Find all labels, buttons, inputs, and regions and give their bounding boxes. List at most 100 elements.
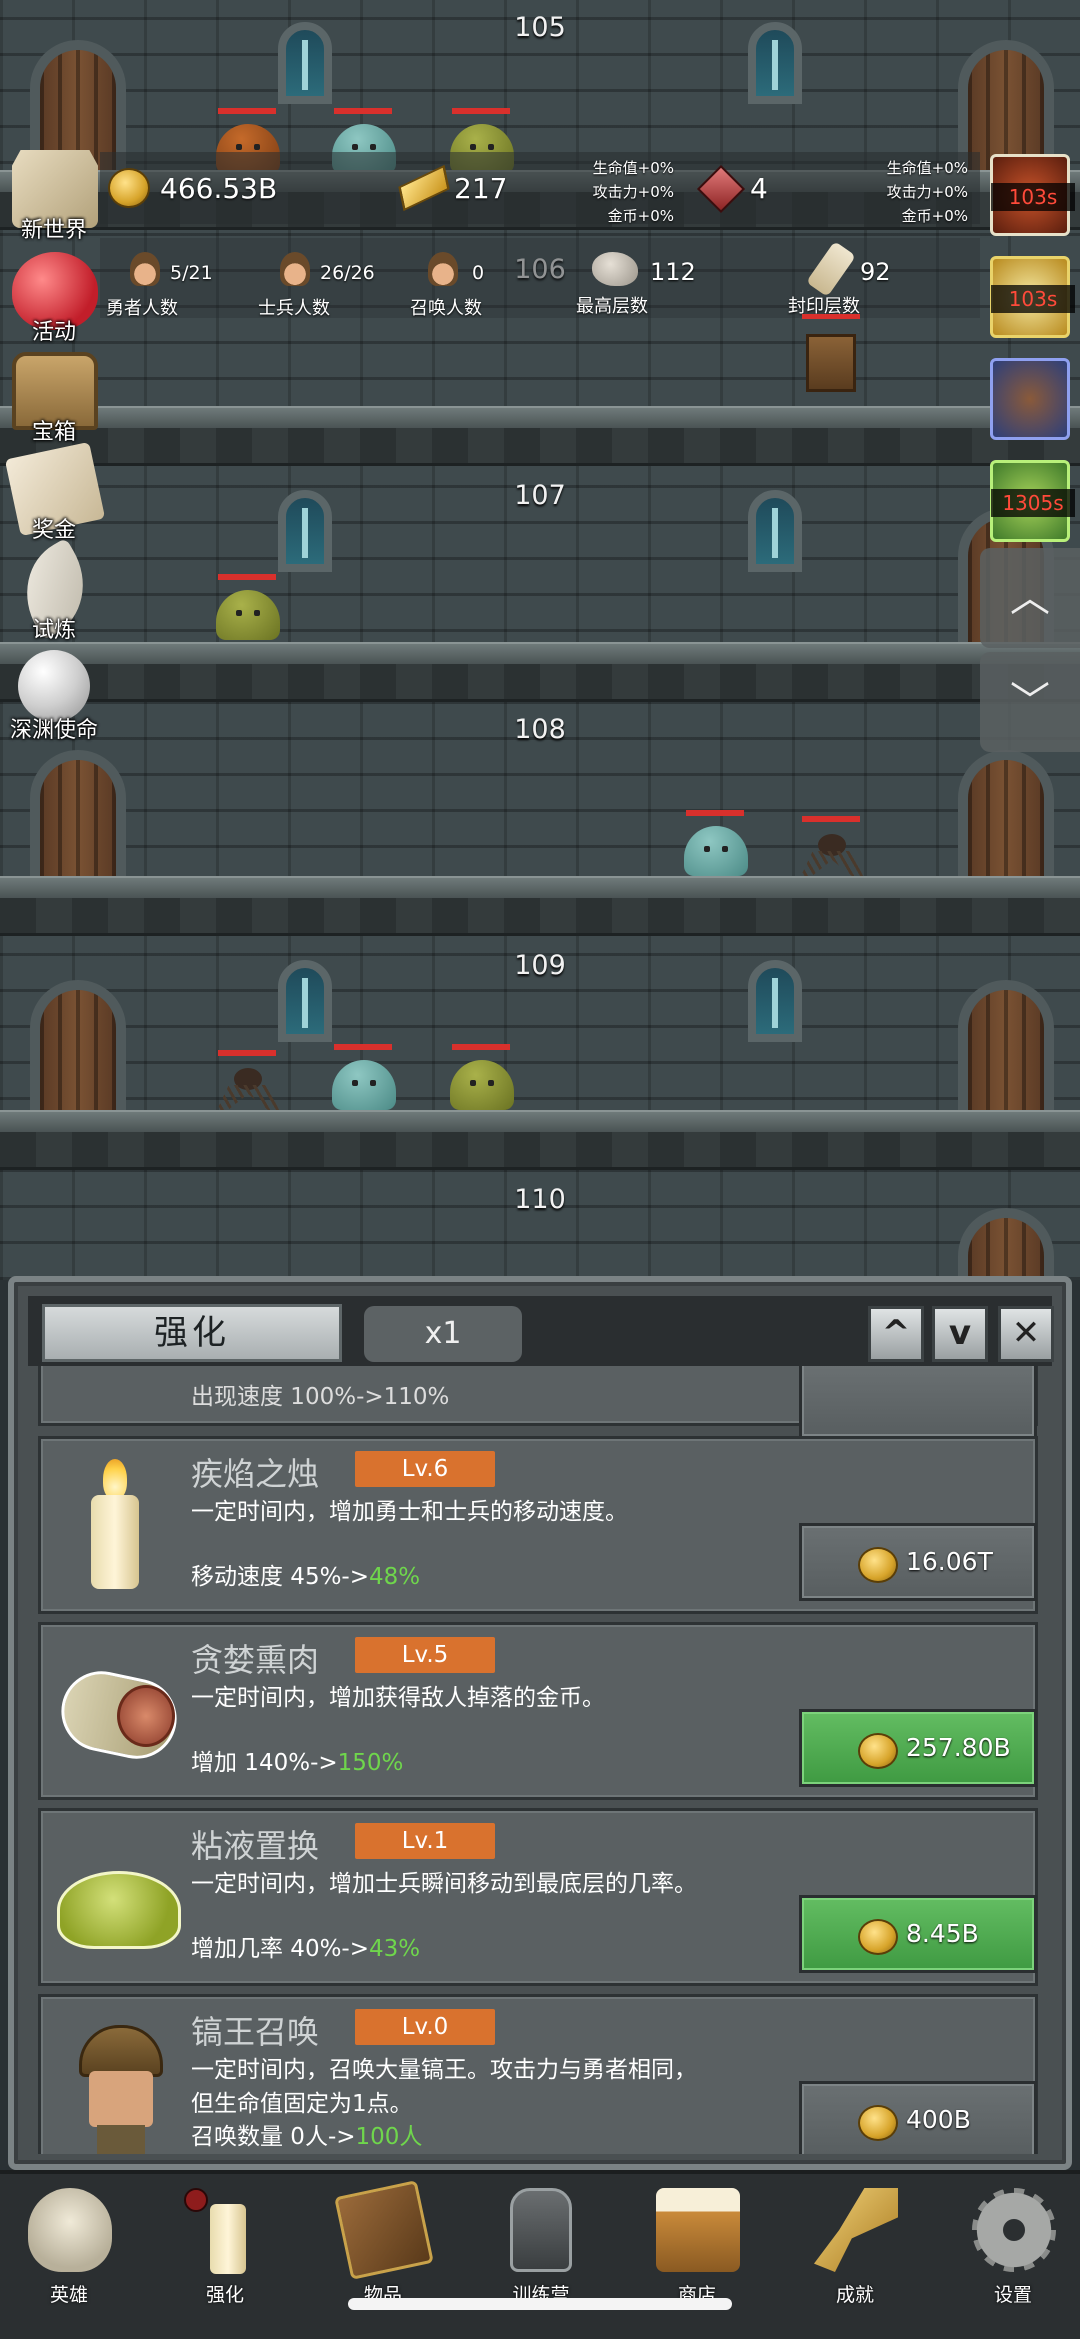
side-button-chest[interactable]: 宝箱	[4, 352, 100, 448]
monster-hp-bar	[802, 816, 860, 822]
upgrade-card: 贪婪熏肉 Lv.5 一定时间内，增加获得敌人掉落的金币。 增加 140%->15…	[38, 1622, 1038, 1800]
scroll-down-button[interactable]: ﹀	[980, 652, 1080, 752]
nav-settings[interactable]: 设置	[948, 2188, 1078, 2308]
scroll-up-button[interactable]: ︿	[980, 548, 1080, 648]
key-icon	[814, 2188, 898, 2272]
floor-divider	[0, 898, 1080, 936]
coin-icon	[108, 168, 150, 208]
blue-slime-monster[interactable]	[684, 826, 748, 876]
monster-hp-bar	[334, 108, 392, 114]
buff-slot-bacon[interactable]	[990, 358, 1070, 440]
notification-dot	[184, 2188, 208, 2212]
upgrade-description: 一定时间内，增加获得敌人掉落的金币。	[191, 1685, 605, 1711]
floor-ledge	[0, 642, 1080, 664]
floor-number: 110	[514, 1184, 566, 1215]
chevron-up-icon: ︿	[1010, 575, 1050, 621]
side-button-new-world[interactable]: 新世界	[4, 150, 100, 246]
upgrade-stat: 出现速度 100%->110%	[191, 1384, 450, 1410]
panel-down-button[interactable]: v	[932, 1306, 988, 1362]
hero-head-icon	[130, 252, 160, 286]
chevron-down-icon: ﹀	[1010, 679, 1050, 725]
side-button-label: 奖金	[31, 518, 76, 543]
panel-header: 强化 x1 ^ v ✕	[28, 1296, 1054, 1366]
home-indicator[interactable]	[348, 2298, 732, 2310]
gem-amount: 4	[750, 172, 768, 205]
side-button-trial[interactable]: 试炼	[4, 537, 105, 646]
upgrade-stat: 增加 140%->150%	[191, 1750, 404, 1776]
gold-bar-amount: 217	[454, 172, 508, 205]
bacon-roll-icon	[53, 1645, 185, 1785]
chevron-up-icon: ^	[881, 1313, 911, 1353]
candle-icon	[57, 1459, 181, 1599]
buy-button[interactable]: 16.06T	[799, 1523, 1037, 1601]
side-button-event[interactable]: 活动	[4, 252, 100, 348]
buy-price: 257.80B	[906, 1733, 1011, 1762]
side-button-label: 活动	[31, 320, 76, 345]
multiplier-button[interactable]: x1	[364, 1306, 522, 1362]
upgrade-stat: 增加几率 40%->43%	[191, 1936, 421, 1962]
monster-hp-bar	[218, 574, 276, 580]
buff-slot-candle[interactable]: 103s	[990, 256, 1075, 338]
rock-icon	[592, 252, 638, 286]
buy-price: 400B	[906, 2105, 971, 2134]
side-button-abyss-mission[interactable]: 深渊使命	[4, 650, 100, 746]
buff-stats-right: 生命值+0% 攻击力+0% 金币+0%	[886, 159, 968, 225]
floor-divider	[0, 1132, 1080, 1170]
max-floor-value: 112	[650, 258, 696, 286]
panel-up-button[interactable]: ^	[868, 1306, 924, 1362]
pickaxe-chest-icon[interactable]	[806, 334, 856, 392]
buy-button[interactable]: 400B	[799, 2081, 1037, 2154]
green-slime-monster[interactable]	[450, 1060, 514, 1110]
nav-strengthen[interactable]: 强化	[160, 2188, 290, 2308]
monster-hp-bar	[452, 108, 510, 114]
panel-close-button[interactable]: ✕	[998, 1306, 1054, 1362]
window-icon	[748, 490, 802, 572]
nav-shop[interactable]: 商店	[632, 2188, 762, 2308]
monster-hp-bar	[218, 108, 276, 114]
nav-label: 成就	[835, 2284, 874, 2306]
buff-slot-slime[interactable]: 1305s	[990, 460, 1075, 542]
upgrade-stat: 移动速度 45%->48%	[191, 1564, 421, 1590]
book-icon	[334, 2180, 434, 2280]
dungeon-view[interactable]: 105 106 107 108 109 110 466.53B 217 生命值+…	[0, 0, 1080, 1280]
upgrade-level-badge: Lv.5	[355, 1637, 495, 1673]
upgrade-card-partial: 出现速度 100%->110%	[38, 1366, 1038, 1439]
upgrade-list[interactable]: 出现速度 100%->110% 疾焰之烛 Lv.6 一定时间内，增加勇士和士兵的…	[28, 1366, 1048, 2154]
nav-training-camp[interactable]: 训练营	[476, 2188, 606, 2308]
side-button-label: 新世界	[20, 218, 87, 243]
window-icon	[748, 22, 802, 104]
buy-button[interactable]: 257.80B	[799, 1709, 1037, 1787]
buff-timer: 1305s	[991, 489, 1075, 517]
candle-icon	[210, 2204, 246, 2274]
upgrade-card: 镐王召唤 Lv.0 一定时间内，召唤大量镐王。攻击力与勇者相同， 但生命值固定为…	[38, 1994, 1038, 2154]
nav-label: 英雄	[49, 2284, 88, 2306]
miner-helmet-icon	[57, 2017, 181, 2154]
buy-button[interactable]: 8.45B	[799, 1895, 1037, 1973]
floor-number: 108	[514, 714, 566, 745]
nav-label: 设置	[993, 2284, 1032, 2306]
buy-button[interactable]	[799, 1366, 1037, 1439]
nav-achievements[interactable]: 成就	[790, 2188, 920, 2308]
gear-icon	[972, 2188, 1056, 2272]
spider-monster[interactable]	[800, 834, 864, 878]
buff-slot-meat[interactable]: 103s	[990, 154, 1075, 236]
side-button-label: 试炼	[31, 618, 76, 643]
buff-stats-left: 生命值+0% 攻击力+0% 金币+0%	[592, 159, 674, 225]
floor-ledge	[0, 876, 1080, 898]
upgrade-name: 疾焰之烛	[191, 1455, 320, 1493]
coin-icon	[858, 2105, 898, 2141]
spider-monster[interactable]	[216, 1068, 280, 1112]
blue-slime-monster[interactable]	[332, 1060, 396, 1110]
slime-blob-icon	[57, 1831, 181, 1971]
nav-items[interactable]: 物品	[318, 2180, 448, 2308]
nav-heroes[interactable]: 英雄	[4, 2188, 134, 2308]
green-slime-monster[interactable]	[216, 590, 280, 640]
tab-strengthen[interactable]: 强化	[42, 1304, 342, 1362]
side-button-bonus[interactable]: 奖金	[4, 441, 106, 546]
close-icon: ✕	[1011, 1313, 1041, 1353]
soldier-count-label: 士兵人数	[258, 298, 330, 319]
floor-number: 105	[514, 12, 566, 43]
floor-number: 109	[514, 950, 566, 981]
side-button-label: 深渊使命	[9, 718, 98, 743]
lantern-icon	[510, 2188, 572, 2272]
